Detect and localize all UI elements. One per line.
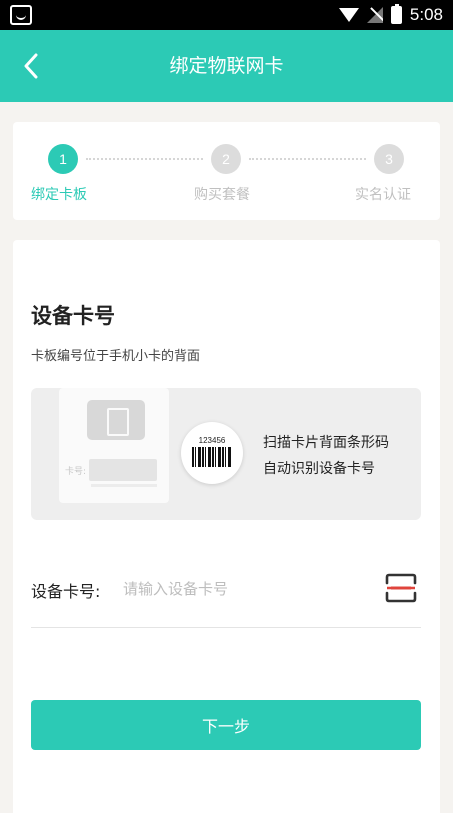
card-number-input[interactable]: [123, 574, 363, 604]
scan-hint-line-1: 扫描卡片背面条形码: [263, 435, 389, 451]
sim-chip-icon: [87, 400, 145, 440]
step-2-node: 2: [211, 144, 241, 174]
nav-bar: 绑定物联网卡: [0, 30, 453, 102]
card-number-row: 设备卡号:: [31, 562, 421, 628]
section-description: 卡板编号位于手机小卡的背面: [31, 349, 201, 364]
bind-card-form: 设备卡号 卡板编号位于手机小卡的背面 卡号: 123456 扫描卡片背面条形码 …: [13, 240, 440, 813]
sim-card-illustration: 卡号:: [59, 388, 169, 503]
card-number-label: 设备卡号:: [31, 582, 101, 601]
step-2-label: 购买套餐: [194, 187, 250, 203]
status-indicators: 5:08: [338, 4, 443, 26]
barcode-number: 123456: [198, 436, 226, 445]
step-connector: [86, 158, 203, 160]
sim-number-area: [89, 459, 157, 481]
step-1-label: 绑定卡板: [31, 187, 87, 203]
next-step-button[interactable]: 下一步: [31, 700, 421, 750]
progress-steps: 1 2 3 绑定卡板 购买套餐 实名认证: [13, 122, 440, 220]
step-1-node: 1: [48, 144, 78, 174]
sim-divider: [91, 484, 157, 487]
step-connector: [249, 158, 366, 160]
status-bar: 5:08: [0, 0, 453, 30]
step-3-label: 实名认证: [355, 187, 411, 203]
scan-icon[interactable]: [385, 572, 417, 604]
scan-hint-line-2: 自动识别设备卡号: [263, 461, 375, 477]
page-title: 绑定物联网卡: [169, 55, 284, 77]
sim-card-label: 卡号:: [65, 467, 87, 477]
battery-icon: [390, 4, 402, 24]
notification-icon: [10, 5, 32, 25]
signal-icon: [366, 7, 383, 23]
section-title: 设备卡号: [31, 304, 115, 328]
barcode-icon: 123456: [181, 422, 243, 484]
wifi-icon: [338, 8, 359, 22]
step-3-node: 3: [374, 144, 404, 174]
status-time: 5:08: [409, 5, 443, 24]
barcode-bars: [192, 447, 232, 467]
scan-barcode-banner[interactable]: 卡号: 123456 扫描卡片背面条形码 自动识别设备卡号: [31, 388, 421, 520]
